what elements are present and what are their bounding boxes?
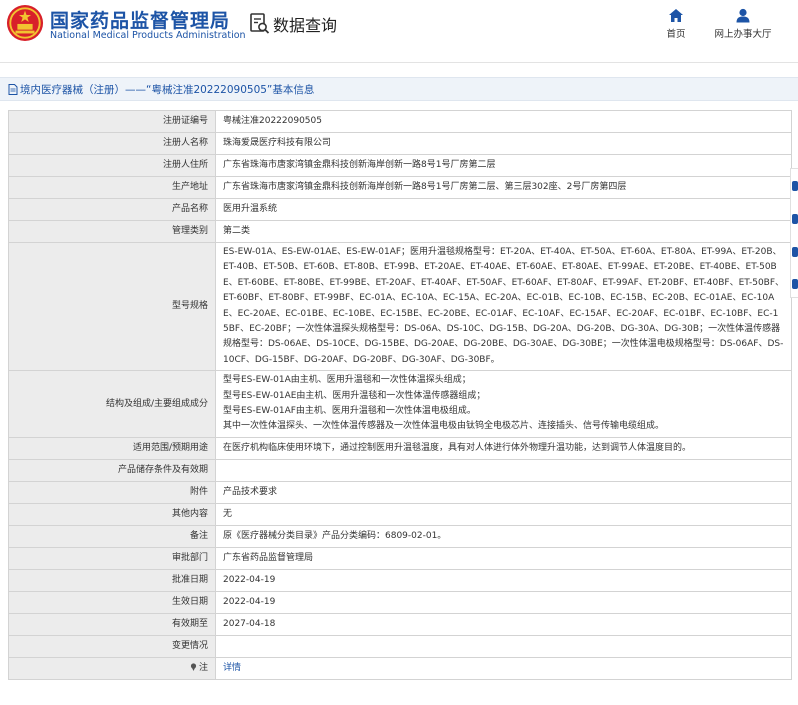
table-row: 型号规格 ES-EW-01A、ES-EW-01AE、ES-EW-01AF；医用升… [8,241,792,372]
table-row: 管理类别 第二类 [8,220,792,243]
row-label-note: 注 [8,656,216,680]
structure-line: 其中一次性体温探头、一次性体温传感器及一次性体温电极由钛钨全电极芯片、连接插头、… [223,421,665,432]
row-label: 注册证编号 [8,110,216,133]
nav-home-label: 首页 [666,29,686,40]
row-value [215,458,792,482]
row-label: 注册人住所 [8,154,216,177]
table-row: 其他内容 无 [8,502,792,526]
note-label: 注 [198,662,208,673]
side-toolbar[interactable] [790,168,798,298]
row-label: 管理类别 [8,220,216,243]
structure-line: 型号ES-EW-01AE由主机、医用升温毯和一次性体温传感器组成； [223,390,486,401]
row-value: 2022-04-19 [215,590,792,614]
row-label: 有效期至 [8,612,216,636]
row-value: 珠海爱晟医疗科技有限公司 [215,132,792,155]
brand-name-cn: 国家药品监督管理局 [50,10,231,32]
table-row: 注册证编号 粤械注准20222090505 [8,110,792,133]
row-value: 产品技术要求 [215,480,792,504]
row-label: 型号规格 [8,241,216,372]
row-label: 备注 [8,524,216,548]
document-icon [8,83,18,95]
table-row: 结构及组成/主要组成成分 型号ES-EW-01A由主机、医用升温毯和一次性体温探… [8,370,792,438]
row-value: 广东省珠海市唐家湾镇金鼎科技创新海岸创新一路8号1号厂房第二层 [215,154,792,177]
row-value: 在医疗机构临床使用环境下，通过控制医用升温毯温度，具有对人体进行体外物理升温功能… [215,436,792,460]
data-query-title: 数据查询 [273,16,338,35]
row-value: 广东省药品监督管理局 [215,546,792,570]
table-row: 批准日期 2022-04-19 [8,568,792,592]
table-row: 附件 产品技术要求 [8,480,792,504]
side-tool-icon[interactable] [792,247,798,257]
row-value: 医用升温系统 [215,198,792,221]
user-icon [736,8,750,23]
nav-online-service-hall[interactable]: 网上办事大厅 [710,8,776,40]
row-value: 2022-04-19 [215,568,792,592]
row-label: 生产地址 [8,176,216,199]
nav-online-service-hall-label: 网上办事大厅 [714,29,772,40]
row-label: 产品名称 [8,198,216,221]
row-value: 原《医疗器械分类目录》产品分类编码：6809-02-01。 [215,524,792,548]
table-row: 变更情况 [8,634,792,658]
table-row: 注册人名称 珠海爱晟医疗科技有限公司 [8,132,792,155]
row-label: 注册人名称 [8,132,216,155]
row-label: 结构及组成/主要组成成分 [8,370,216,438]
structure-line: 型号ES-EW-01AF由主机、医用升温毯和一次性体温电极组成。 [223,406,476,417]
structure-line: 型号ES-EW-01A由主机、医用升温毯和一次性体温探头组成； [223,375,471,386]
side-tool-icon[interactable] [792,214,798,224]
row-label: 审批部门 [8,546,216,570]
table-row: 注 详情 [8,656,792,680]
row-value: 详情 [215,656,792,680]
table-row: 适用范围/预期用途 在医疗机构临床使用环境下，通过控制医用升温毯温度，具有对人体… [8,436,792,460]
row-label: 生效日期 [8,590,216,614]
row-value: 第二类 [215,220,792,243]
row-label: 批准日期 [8,568,216,592]
row-label: 变更情况 [8,634,216,658]
table-row: 产品名称 医用升温系统 [8,198,792,221]
row-value: 型号ES-EW-01A由主机、医用升温毯和一次性体温探头组成； 型号ES-EW-… [215,370,792,438]
brand-name-en: National Medical Products Administration [50,30,246,41]
row-value: 粤械注准20222090505 [215,110,792,133]
table-row: 生效日期 2022-04-19 [8,590,792,614]
nav-home[interactable]: 首页 [663,8,689,40]
table-row: 注册人住所 广东省珠海市唐家湾镇金鼎科技创新海岸创新一路8号1号厂房第二层 [8,154,792,177]
site-header: 国家药品监督管理局 National Medical Products Admi… [0,0,798,63]
row-label: 其他内容 [8,502,216,526]
table-row: 生产地址 广东省珠海市唐家湾镇金鼎科技创新海岸创新一路8号1号厂房第二层、第三层… [8,176,792,199]
registration-info-table: 注册证编号 粤械注准20222090505 注册人名称 珠海爱晟医疗科技有限公司… [8,110,792,680]
national-emblem-logo-icon[interactable] [6,4,44,42]
row-label: 附件 [8,480,216,504]
table-row: 审批部门 广东省药品监督管理局 [8,546,792,570]
data-query-heading: 数据查询 [250,12,337,36]
document-search-icon [250,13,270,34]
table-row: 产品储存条件及有效期 [8,458,792,482]
side-tool-icon[interactable] [792,279,798,289]
row-value: 无 [215,502,792,526]
row-value: 2027-04-18 [215,612,792,636]
row-label: 产品储存条件及有效期 [8,458,216,482]
row-value: ES-EW-01A、ES-EW-01AE、ES-EW-01AF；医用升温毯规格型… [215,241,792,372]
detail-title: 境内医疗器械（注册）——“粤械注准20222090505”基本信息 [20,83,315,96]
row-value: 广东省珠海市唐家湾镇金鼎科技创新海岸创新一路8号1号厂房第二层、第三层302座、… [215,176,792,199]
detail-title-bar: 境内医疗器械（注册）——“粤械注准20222090505”基本信息 [0,77,798,101]
table-row: 有效期至 2027-04-18 [8,612,792,636]
details-link[interactable]: 详情 [223,663,241,673]
home-icon [669,9,683,22]
row-value [215,634,792,658]
table-row: 备注 原《医疗器械分类目录》产品分类编码：6809-02-01。 [8,524,792,548]
pin-icon [190,663,197,671]
row-label: 适用范围/预期用途 [8,436,216,460]
side-tool-icon[interactable] [792,181,798,191]
